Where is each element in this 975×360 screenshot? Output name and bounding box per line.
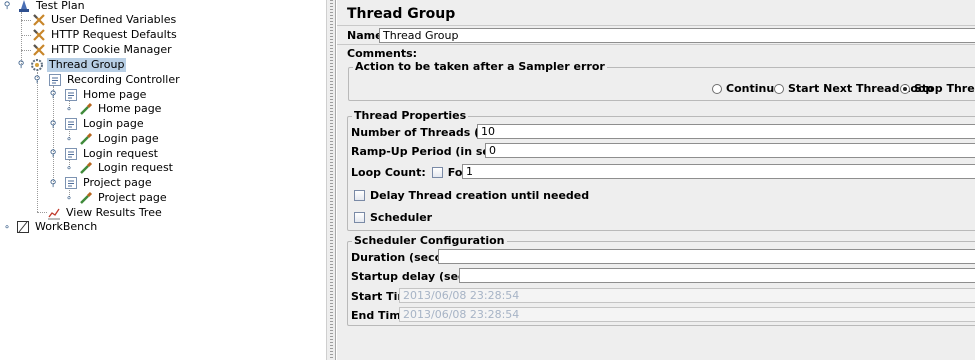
expand-handle-icon[interactable]: ⚲ bbox=[2, 1, 12, 11]
name-field[interactable]: Thread Group bbox=[379, 28, 975, 43]
gear-icon bbox=[30, 58, 44, 72]
scheduler-checkbox[interactable] bbox=[354, 212, 365, 223]
expand-handle-icon[interactable]: ⚲ bbox=[48, 179, 58, 189]
delay-thread-checkbox[interactable] bbox=[354, 190, 365, 201]
tree-connector bbox=[37, 212, 47, 213]
radio-continue[interactable]: Continue bbox=[712, 82, 782, 95]
delay-thread-row[interactable]: Delay Thread creation until needed bbox=[354, 189, 589, 202]
collapse-handle-icon[interactable]: ⚬ bbox=[64, 194, 74, 204]
tree-item-label: WorkBench bbox=[35, 219, 98, 233]
config-element-icon bbox=[32, 28, 46, 42]
tree-item-label: Home page bbox=[83, 87, 147, 101]
tree-item-label: HTTP Cookie Manager bbox=[51, 42, 172, 56]
tree-item-login-request-controller[interactable]: Login request bbox=[64, 146, 160, 161]
tree-item-project-page-sampler[interactable]: Project page bbox=[79, 190, 169, 205]
expand-handle-icon[interactable]: ⚲ bbox=[16, 60, 26, 70]
tree-item-label: Login request bbox=[83, 146, 158, 160]
tree-item-home-page-sampler[interactable]: Home page bbox=[79, 101, 163, 116]
tree-item-label: View Results Tree bbox=[66, 205, 162, 219]
tree-item-label: Test Plan bbox=[36, 0, 85, 12]
loop-count-label: Loop Count: bbox=[351, 166, 426, 179]
radio-start-next-button[interactable] bbox=[774, 83, 784, 94]
radio-stop-thread-label: Stop Thread bbox=[914, 82, 975, 95]
tree-item-label: Thread Group bbox=[47, 57, 127, 72]
divider bbox=[337, 25, 975, 26]
tree-item-login-request-sampler[interactable]: Login request bbox=[79, 160, 175, 175]
radio-continue-button[interactable] bbox=[712, 83, 722, 94]
test-plan-icon bbox=[17, 0, 31, 13]
delay-thread-label: Delay Thread creation until needed bbox=[370, 189, 590, 202]
tree-connector bbox=[53, 86, 54, 184]
controller-icon bbox=[64, 176, 78, 190]
tree-item-label: Home page bbox=[98, 101, 162, 115]
scheduler-row[interactable]: Scheduler bbox=[354, 211, 432, 224]
sampler-pipette-icon bbox=[79, 132, 93, 146]
tree-connector bbox=[21, 50, 31, 51]
scheduler-label: Scheduler bbox=[370, 211, 433, 224]
end-time-input[interactable]: 2013/06/08 23:28:54 bbox=[399, 307, 975, 322]
collapse-handle-icon[interactable]: ⚬ bbox=[64, 164, 74, 174]
divider bbox=[337, 44, 975, 45]
collapse-handle-icon[interactable]: ⚬ bbox=[2, 223, 12, 233]
tree-item-login-page-controller[interactable]: Login page bbox=[64, 116, 146, 131]
config-element-icon bbox=[32, 13, 46, 27]
tree-item-project-page-controller[interactable]: Project page bbox=[64, 175, 154, 190]
tree-item-login-page-sampler[interactable]: Login page bbox=[79, 131, 161, 146]
tree-item-workbench[interactable]: WorkBench bbox=[16, 219, 99, 234]
tree-connector bbox=[37, 72, 38, 212]
workbench-icon bbox=[16, 220, 30, 234]
tree-item-label: HTTP Request Defaults bbox=[51, 27, 177, 41]
controller-icon bbox=[64, 117, 78, 131]
splitter-grip bbox=[330, 0, 333, 360]
tree-item-recording-controller[interactable]: Recording Controller bbox=[48, 72, 182, 87]
tree-item-label: Login page bbox=[83, 116, 144, 130]
expand-handle-icon[interactable]: ⚲ bbox=[48, 120, 58, 130]
collapse-handle-icon[interactable]: ⚬ bbox=[64, 105, 74, 115]
threads-input[interactable]: 10 bbox=[477, 124, 975, 139]
comments-field[interactable] bbox=[399, 46, 975, 61]
tree-item-label: Login page bbox=[98, 131, 159, 145]
thread-properties-title: Thread Properties bbox=[352, 109, 469, 123]
tree-item-http-cookie-manager[interactable]: HTTP Cookie Manager bbox=[32, 42, 174, 57]
tree-item-user-defined-variables[interactable]: User Defined Variables bbox=[32, 12, 178, 27]
pane-splitter[interactable] bbox=[326, 0, 336, 360]
controller-icon bbox=[64, 147, 78, 161]
tree-connector bbox=[21, 20, 31, 21]
thread-group-panel: Thread Group Name: Thread Group Comments… bbox=[337, 0, 975, 360]
duration-input[interactable] bbox=[438, 249, 975, 264]
sampler-pipette-icon bbox=[79, 191, 93, 205]
tree-item-label: Recording Controller bbox=[67, 72, 180, 86]
start-time-input[interactable]: 2013/06/08 23:28:54 bbox=[399, 288, 975, 303]
tree-item-label: Login request bbox=[98, 160, 173, 174]
expand-handle-icon[interactable]: ⚲ bbox=[48, 149, 58, 159]
listener-graph-icon bbox=[47, 206, 61, 220]
expand-handle-icon[interactable]: ⚲ bbox=[32, 75, 42, 85]
config-element-icon bbox=[32, 43, 46, 57]
sampler-error-title: Action to be taken after a Sampler error bbox=[353, 60, 607, 74]
expand-handle-icon[interactable]: ⚲ bbox=[48, 90, 58, 100]
rampup-input[interactable]: 0 bbox=[485, 143, 975, 158]
tree-connector bbox=[21, 35, 31, 36]
tree-item-thread-group[interactable]: Thread Group bbox=[30, 57, 127, 72]
test-plan-tree[interactable]: ⚲ ⚲ ⚲ ⚲ ⚬ ⚲ ⚬ ⚲ ⚬ ⚲ ⚬ ⚬ Test Plan User D… bbox=[0, 0, 326, 360]
radio-stop-thread-button[interactable] bbox=[900, 83, 910, 94]
tree-item-http-request-defaults[interactable]: HTTP Request Defaults bbox=[32, 27, 179, 42]
collapse-handle-icon[interactable]: ⚬ bbox=[64, 135, 74, 145]
controller-icon bbox=[64, 88, 78, 102]
forever-checkbox[interactable] bbox=[431, 167, 443, 178]
tree-item-label: User Defined Variables bbox=[51, 12, 177, 26]
controller-icon bbox=[48, 73, 62, 87]
radio-stop-thread[interactable]: Stop Thread bbox=[900, 82, 975, 95]
tree-item-label: Project page bbox=[98, 190, 167, 204]
scheduler-config-title: Scheduler Configuration bbox=[352, 234, 507, 248]
tree-item-view-results-tree[interactable]: View Results Tree bbox=[47, 205, 164, 220]
loop-count-input[interactable]: 1 bbox=[462, 164, 975, 179]
startup-delay-input[interactable] bbox=[459, 268, 975, 283]
sampler-pipette-icon bbox=[79, 161, 93, 175]
tree-item-label: Project page bbox=[83, 175, 152, 189]
sampler-pipette-icon bbox=[79, 102, 93, 116]
tree-item-home-page-controller[interactable]: Home page bbox=[64, 87, 148, 102]
panel-title: Thread Group bbox=[347, 6, 456, 22]
